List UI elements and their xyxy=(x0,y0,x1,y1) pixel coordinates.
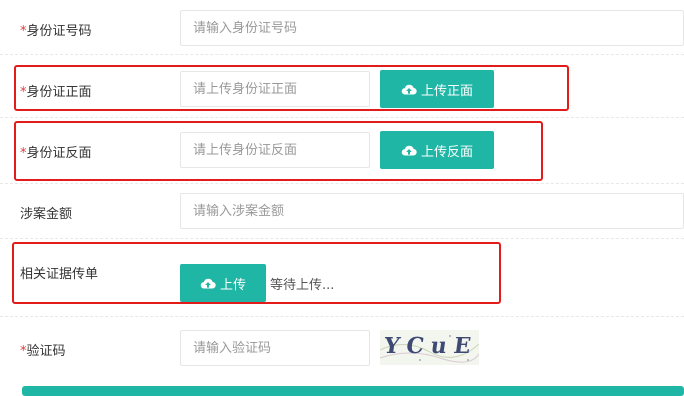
id-number-label: *身份证号码 xyxy=(20,24,92,39)
divider xyxy=(0,54,684,55)
captcha-label: *验证码 xyxy=(20,344,66,359)
divider xyxy=(0,183,684,184)
divider xyxy=(0,316,684,317)
captcha-input[interactable] xyxy=(180,330,370,366)
id-number-input[interactable] xyxy=(180,10,684,46)
divider xyxy=(0,117,684,118)
amount-label: 涉案金额 xyxy=(20,207,73,222)
divider xyxy=(0,238,684,239)
amount-input[interactable] xyxy=(180,193,684,229)
submit-button-edge[interactable] xyxy=(22,386,684,396)
captcha-image[interactable]: YCuE xyxy=(380,330,479,365)
highlight-box-id-front xyxy=(14,65,569,111)
highlight-box-evidence xyxy=(12,242,501,304)
highlight-box-id-back xyxy=(14,121,543,181)
captcha-text: YCuE xyxy=(382,333,479,359)
